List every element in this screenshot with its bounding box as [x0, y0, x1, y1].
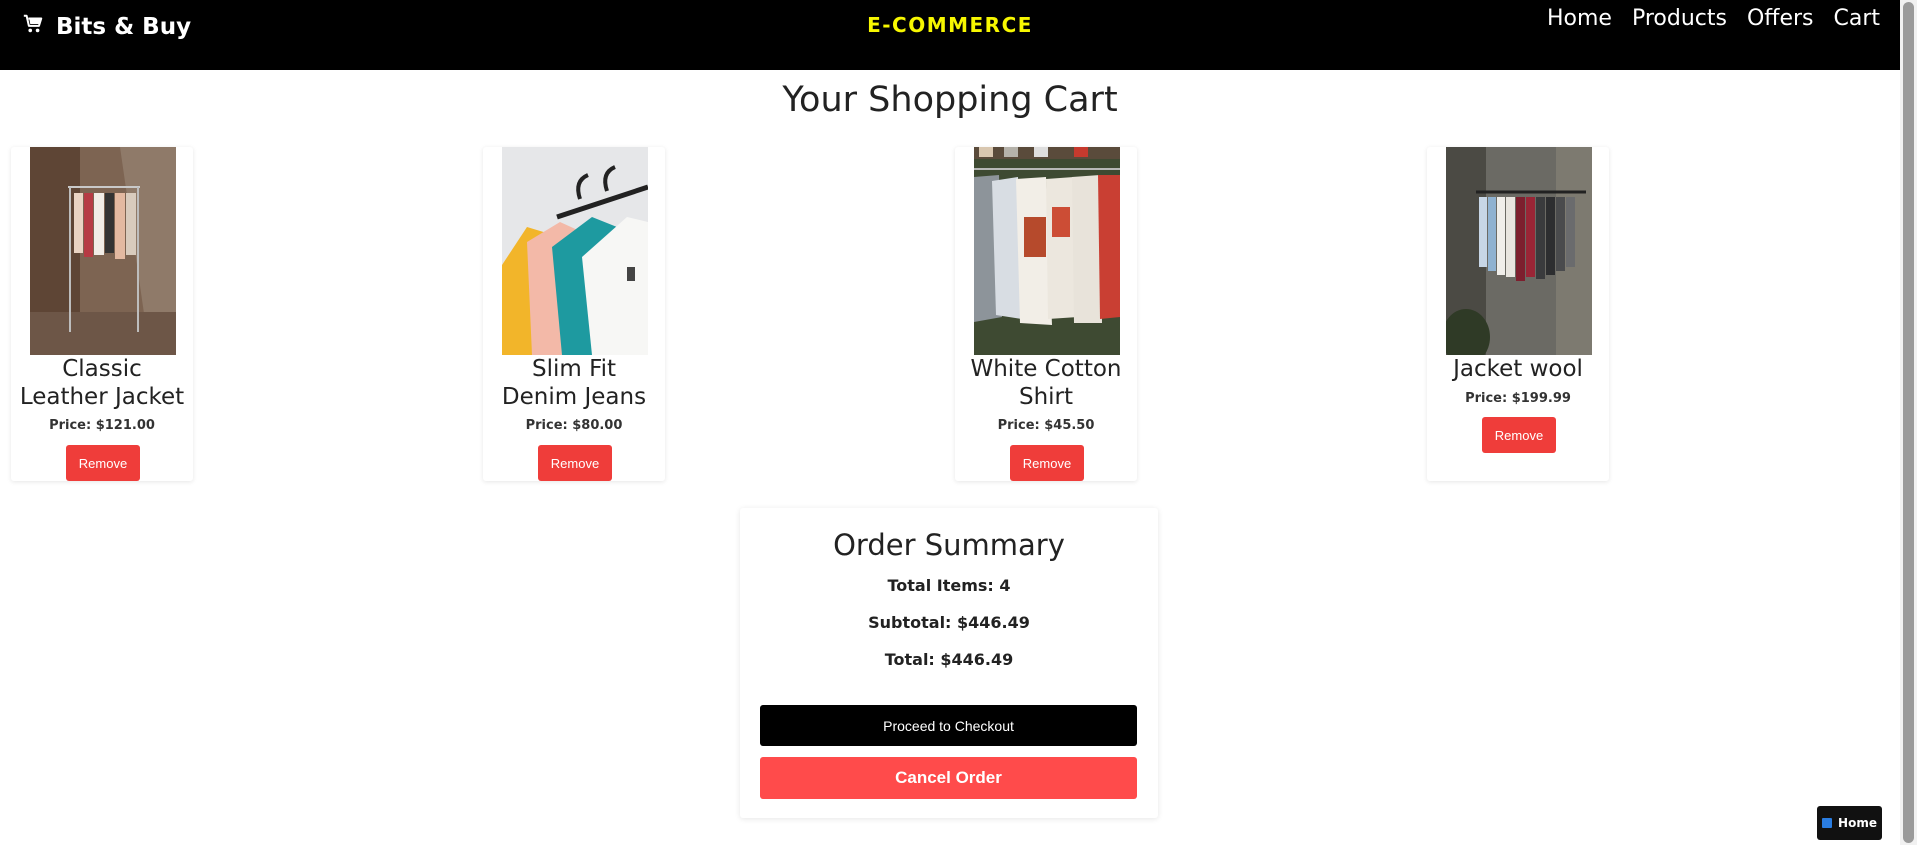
page-title: Your Shopping Cart: [782, 80, 1118, 120]
product-image: [1446, 147, 1592, 355]
cart-item: Jacket wool Price: $199.99 Remove: [1427, 147, 1609, 481]
nav-offers[interactable]: Offers: [1747, 6, 1814, 31]
remove-button[interactable]: Remove: [1010, 445, 1084, 481]
product-name: White Cotton Shirt: [970, 356, 1122, 410]
home-icon: [1822, 818, 1833, 828]
remove-button[interactable]: Remove: [538, 445, 612, 481]
product-name: Slim Fit Denim Jeans: [501, 356, 647, 410]
product-price: Price: $199.99: [1465, 391, 1571, 406]
remove-button[interactable]: Remove: [66, 445, 140, 481]
nav-cart[interactable]: Cart: [1833, 6, 1880, 31]
product-image: [502, 147, 648, 355]
product-name: Jacket wool: [1453, 356, 1583, 382]
product-price: Price: $45.50: [997, 418, 1095, 433]
total-items: Total Items: 4: [887, 576, 1011, 595]
remove-button[interactable]: Remove: [1482, 417, 1556, 453]
cancel-order-button[interactable]: Cancel Order: [760, 757, 1137, 799]
checkout-button[interactable]: Proceed to Checkout: [760, 705, 1137, 746]
subtotal: Subtotal: $446.49: [868, 613, 1030, 632]
floating-home-label: Home: [1838, 816, 1877, 830]
total: Total: $446.49: [884, 650, 1014, 669]
product-price: Price: $80.00: [525, 418, 623, 433]
scrollbar-thumb[interactable]: [1903, 2, 1914, 843]
product-name: Classic Leather Jacket: [19, 356, 185, 410]
nav-links: Home Products Offers Cart: [1547, 6, 1880, 31]
summary-title: Order Summary: [833, 528, 1065, 562]
floating-home-button[interactable]: Home: [1817, 806, 1882, 840]
cart-item: White Cotton Shirt Price: $45.50 Remove: [955, 147, 1137, 481]
order-summary: Order Summary Total Items: 4 Subtotal: $…: [740, 508, 1158, 818]
page-scrollbar[interactable]: [1900, 0, 1917, 845]
product-image: [974, 147, 1120, 355]
nav-home[interactable]: Home: [1547, 6, 1612, 31]
cart-item: Classic Leather Jacket Price: $121.00 Re…: [11, 147, 193, 481]
top-navbar: Bits & Buy E-COMMERCE Home Products Offe…: [0, 0, 1900, 70]
product-image: [30, 147, 176, 355]
nav-products[interactable]: Products: [1632, 6, 1727, 31]
product-price: Price: $121.00: [49, 418, 155, 433]
cart-item: Slim Fit Denim Jeans Price: $80.00 Remov…: [483, 147, 665, 481]
